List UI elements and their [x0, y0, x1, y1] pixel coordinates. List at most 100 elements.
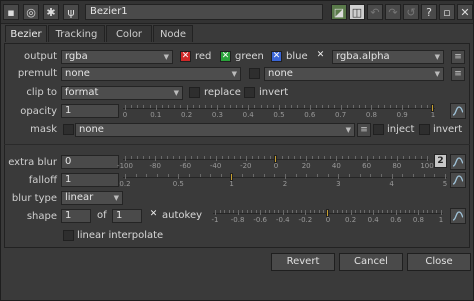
opacity-input[interactable]: 1 [61, 104, 119, 118]
alpha-channel-checkbox[interactable]: ✕ [315, 51, 326, 62]
alpha-channel-dropdown[interactable]: rgba.alpha ▼ [332, 50, 444, 64]
slider-tick [409, 210, 411, 213]
premult-channel-dropdown[interactable]: none ▼ [264, 67, 444, 81]
slider-tick [371, 105, 373, 110]
slider-handle[interactable] [229, 173, 233, 181]
output-dropdown[interactable]: rgba ▼ [61, 50, 173, 64]
divider [4, 144, 470, 145]
invert-label: invert [259, 87, 289, 98]
menu-icon[interactable]: ▪ [3, 4, 19, 20]
mask-dropdown[interactable]: none ▼ [75, 123, 355, 137]
shape-curve-icon[interactable] [450, 208, 466, 224]
slider-tick [242, 210, 244, 213]
green-channel-checkbox[interactable]: ✕ [220, 51, 231, 62]
slider-tick [168, 105, 170, 108]
premult-dropdown[interactable]: none ▼ [61, 67, 241, 81]
shape-slider[interactable]: -1 -0.8 -0.6 -0.4 -0.2 0 0.2 0.4 0.6 0.8 1 [212, 209, 443, 224]
slider-tick [274, 174, 276, 177]
minimize-icon[interactable]: ▫ [439, 4, 455, 20]
slider-tick [143, 156, 145, 159]
red-channel-checkbox[interactable]: ✕ [180, 51, 191, 62]
bug-icon[interactable]: ✱ [43, 4, 59, 20]
undo-icon[interactable]: ↶ [367, 4, 383, 20]
node-name-field[interactable]: Bezier1 [85, 4, 323, 20]
blur-type-dropdown[interactable]: linear ▼ [61, 191, 123, 205]
slider-tick [352, 105, 354, 108]
channels-badge[interactable]: 2 [434, 154, 447, 168]
tab-color[interactable]: Color [106, 25, 152, 42]
slider-tick-label: 0.7 [335, 111, 347, 119]
slider-tick [366, 156, 368, 161]
slider-tick-label: 0.5 [273, 111, 285, 119]
slider-handle[interactable] [431, 104, 434, 112]
replace-checkbox[interactable] [189, 87, 200, 98]
tab-bezier[interactable]: Bezier [5, 25, 47, 42]
slider-tick [348, 156, 350, 159]
slider-tick [318, 210, 320, 213]
output-menu-icon[interactable]: ≡ [451, 50, 465, 64]
linear-interpolate-checkbox[interactable] [63, 230, 74, 241]
shape-input[interactable]: 1 [61, 209, 91, 223]
slider-tick-label: 80 [392, 162, 402, 170]
slider-tick-label: 0.4 [367, 216, 379, 224]
blue-channel-checkbox[interactable]: ✕ [271, 51, 282, 62]
slider-tick [346, 210, 348, 213]
tab-node[interactable]: Node [153, 25, 193, 42]
slider-tick [391, 210, 393, 213]
slider-tick [408, 105, 410, 108]
revert-icon[interactable]: ↺ [403, 4, 419, 20]
of-label: of [97, 210, 107, 221]
center-node-icon[interactable]: ◎ [23, 4, 39, 20]
slider-tick [330, 156, 332, 159]
linear-interpolate-label: linear interpolate [77, 230, 164, 241]
tab-tracking[interactable]: Tracking [48, 25, 105, 42]
chevron-down-icon: ▼ [434, 70, 440, 78]
color-picker-icon[interactable]: ◫ [349, 4, 365, 20]
slider-tick-label: 0.4 [242, 111, 254, 119]
shape-total-input[interactable]: 1 [112, 209, 142, 223]
color-swatch-icon[interactable]: ◪ [331, 4, 347, 20]
float-panel-icon[interactable]: ψ [63, 4, 79, 20]
extra-blur-input[interactable]: 0 [61, 155, 119, 169]
falloff-curve-icon[interactable] [450, 172, 466, 188]
slider-tick [192, 105, 194, 108]
premult-menu-icon[interactable]: ≡ [451, 67, 465, 81]
slider-tick [414, 105, 416, 108]
slider-tick-label: 0.2 [345, 216, 357, 224]
falloff-input[interactable]: 1 [61, 173, 119, 187]
close-button[interactable]: Close [407, 253, 471, 271]
help-icon[interactable]: ? [421, 4, 437, 20]
slider-handle[interactable] [274, 155, 277, 163]
cancel-button[interactable]: Cancel [339, 253, 403, 271]
slider-handle[interactable] [326, 209, 329, 217]
slider-tick [309, 210, 311, 213]
slider-tick [309, 105, 311, 110]
extra-blur-curve-icon[interactable] [450, 154, 466, 170]
opacity-curve-icon[interactable] [450, 103, 466, 119]
opacity-slider[interactable]: 0 0.1 0.2 0.3 0.4 0.5 0.6 0.7 0.8 0.9 1 [123, 104, 435, 119]
slider-tick-label: -0.4 [275, 216, 290, 224]
slider-tick [131, 105, 133, 108]
extra-blur-slider[interactable]: -100 -80 -60 -40 -20 0 20 40 60 80 100 [117, 155, 434, 170]
clip-to-dropdown[interactable]: format ▼ [61, 86, 183, 100]
mask-menu-icon[interactable]: ≡ [357, 123, 371, 137]
premult-channel-checkbox[interactable] [249, 68, 260, 79]
mask-value: none [79, 124, 104, 135]
slider-tick [359, 105, 361, 108]
invert-checkbox[interactable] [244, 87, 255, 98]
properties-panel: ▪ ◎ ✱ ψ Bezier1 ◪ ◫ ↶ ↷ ↺ ? ▫ ✕ Bezier T… [0, 0, 474, 301]
close-icon[interactable]: ✕ [457, 4, 473, 20]
mask-invert-checkbox[interactable] [419, 124, 430, 135]
mask-checkbox[interactable] [63, 124, 74, 135]
revert-button[interactable]: Revert [271, 253, 335, 271]
autokey-checkbox[interactable]: ✕ [148, 210, 159, 221]
falloff-slider[interactable]: 0.2 0.5 1 2 3 4 5 [119, 173, 447, 188]
mask-invert-label: invert [433, 124, 463, 135]
inject-checkbox[interactable] [373, 124, 384, 135]
slider-tick-label: 0.3 [211, 111, 223, 119]
slider-tick-label: -80 [149, 162, 161, 170]
redo-icon[interactable]: ↷ [385, 4, 401, 20]
slider-tick [282, 156, 284, 159]
slider-tick-label: -20 [240, 162, 252, 170]
slider-tick [423, 174, 425, 177]
